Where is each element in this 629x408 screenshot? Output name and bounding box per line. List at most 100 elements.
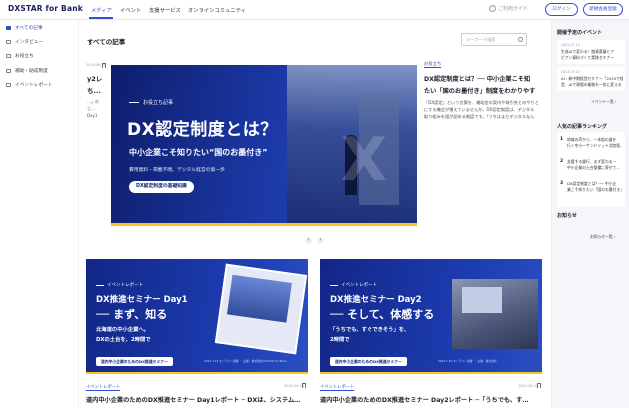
hero-tag: お役立ち記事 (129, 99, 173, 106)
card-category[interactable]: イベントレポート (320, 384, 355, 391)
sidebar-item-event-report[interactable]: イベントレポート (6, 82, 53, 88)
card-copy-1: 「うちでも、すぐできそう」を、 (330, 327, 410, 333)
card-tag-label: イベントレポート (107, 283, 143, 288)
sidebar-item-label: すべての記事 (15, 26, 43, 31)
event-item[interactable]: 2024.07.23 AI・新中期経営セミナー「2025で経 営、AIで現場の業… (557, 67, 625, 91)
events-title: 開催予定のイベント (557, 30, 603, 36)
bookmark-icon[interactable] (302, 383, 306, 388)
sidebar-item-label: 補助・助成制度 (15, 69, 48, 74)
search-input[interactable]: キーワード検索 (461, 33, 527, 46)
card-copy-2: 2時間で (330, 337, 350, 343)
chevron-right-icon: › (615, 99, 617, 104)
preview-title-1[interactable]: DX認定制度とは？── 中小企業こそ知 (424, 74, 544, 83)
chevron-left-icon: ‹ (307, 237, 310, 243)
peek-prev-body-3: Day1 (87, 113, 98, 118)
sidebar-item-label: インタビュー (15, 40, 44, 45)
card-heading-2: ── まず、知る (96, 308, 168, 321)
news-title: お知らせ (557, 213, 577, 219)
card-category[interactable]: イベントレポート (86, 384, 121, 391)
rank-number: 2 (560, 159, 564, 164)
ranking-list: 1 地域の声から、一本船の道を 行く中小ーサンドリット北陸版… 2 支援する銀行… (557, 132, 625, 207)
card-copy-1: 北海道の中小企業へ。 (96, 327, 149, 333)
card-heading-2: ── そして、体感する (330, 308, 435, 321)
sidebar-item-label: お役立ち (15, 54, 34, 59)
events-more-link[interactable]: イベント一覧 › (591, 99, 617, 105)
card-title[interactable]: 道内中小企業のためのDX推進セミナー Day1レポート ─ DXは、システム… (86, 395, 308, 404)
card-footnote: 2024.7.23 オンライン開催 ・ 主催：株式会社DXSTAR for Ba… (204, 359, 287, 363)
page-title: すべての記事 (87, 38, 126, 46)
hero-caption: 費用無料・掲載不問。デジタル経営の第一歩 (129, 168, 225, 173)
peek-prev-title-2[interactable]: ち... (87, 85, 107, 95)
sidebar-item-interview[interactable]: インタビュー (6, 39, 43, 45)
sidebar-item-tips[interactable]: お役立ち (6, 53, 34, 59)
card-accent-bar (320, 372, 542, 374)
top-header: DXSTAR for Bank メディア イベント 支援サービス オンラインコミ… (0, 0, 629, 20)
peek-prev-title-1[interactable]: y2レ (87, 73, 107, 83)
card-tag-label: イベントレポート (341, 283, 377, 288)
card-date: 2024.06.20 (518, 384, 539, 388)
nav-media[interactable]: メディア (91, 6, 112, 14)
news-more-label: お知らせ一覧 (590, 234, 613, 239)
chevron-right-icon: › (613, 234, 616, 239)
card-pill: 道内中小企業のためのDX推進セミナー (96, 357, 173, 366)
article-card-day1-thumbnail[interactable]: イベントレポート DX推進セミナー Day1 ── まず、知る 北海道の中小企業… (86, 259, 308, 374)
login-button[interactable]: ログイン (545, 3, 578, 16)
search-icon (518, 37, 523, 42)
site-logo[interactable]: DXSTAR for Bank (8, 4, 83, 13)
event-text-2: ピアン資料づくり実践セミナー (561, 55, 615, 60)
subsidy-icon (6, 69, 11, 73)
bookmark-icon[interactable] (537, 383, 541, 388)
bookmark-icon[interactable] (102, 63, 106, 68)
sidebar-item-subsidy[interactable]: 補助・助成制度 (6, 68, 48, 74)
nav-active-underline (89, 17, 113, 19)
hero-title: DX認定制度とは？ (127, 120, 278, 140)
preview-body-2: にする機会が増えていませんか。DX認定制度は、デジタル (424, 107, 535, 112)
nav-event[interactable]: イベント (120, 6, 141, 14)
preview-category[interactable]: お役立ち (424, 61, 442, 68)
nav-community[interactable]: オンラインコミュニティ (188, 6, 246, 14)
event-date: 2024.07.10 (561, 43, 580, 47)
card-copy-2: DXの土台を、2時間で (96, 337, 151, 343)
interview-icon (6, 40, 11, 44)
carousel-next-button[interactable]: › (317, 237, 324, 244)
rank-number: 3 (560, 181, 564, 186)
event-item[interactable]: 2024.07.10 生成AIで変わる！融資稟議とア ピアン資料づくり実践セミナ… (557, 40, 625, 64)
ranking-title: 人気の記事ランキング (557, 124, 607, 130)
report-icon (6, 83, 11, 87)
rank-text-2: 中小企業の土台整備に寄せて… (567, 165, 621, 170)
events-more-label: イベント一覧 (591, 99, 614, 104)
card-tag: イベントレポート (330, 282, 377, 288)
sidebar-item-all[interactable]: すべての記事 (6, 25, 43, 31)
preview-body-3: 取り組みを国が認める制度です。「うちはまだデジタルなん (424, 114, 535, 119)
hero-pill: DX認定制度の基礎知識 (129, 181, 194, 193)
carousel-prev-button[interactable]: ‹ (305, 237, 312, 244)
signup-button[interactable]: 新規会員登録 (583, 3, 623, 16)
card-heading: DX推進セミナー Day2 (330, 295, 422, 305)
card-title[interactable]: 道内中小企業のためのDX推進セミナー Day2レポート ─「うちでも、す… (320, 395, 542, 404)
list-icon (6, 26, 11, 30)
rank-text-2: 業こそ知りたい「国のお墨付き」「施… (567, 187, 623, 192)
help-icon: ? (489, 5, 496, 12)
hero-bg-letter: X (340, 125, 387, 195)
preview-body-1: 「DX認定」という言葉を、補助金の案内や取引先とのやりと (424, 100, 539, 105)
featured-article-banner[interactable]: X お役立ち記事 DX認定制度とは？ 中小企業こそ知りたい“国のお墨付き” 費用… (111, 65, 417, 226)
event-date: 2024.07.23 (561, 70, 580, 74)
peek-prev-body-1: …」の (87, 99, 99, 104)
seminar-photo (452, 279, 538, 349)
tag-line (129, 102, 139, 103)
sidebar-item-label: イベントレポート (15, 83, 53, 88)
news-more-link[interactable]: お知らせ一覧 › (590, 234, 615, 240)
peek-prev-body-2: じ… (87, 106, 95, 111)
help-guide-link[interactable]: ? ご利用ガイド (489, 5, 528, 12)
nav-support[interactable]: 支援サービス (149, 6, 181, 14)
search-placeholder: キーワード検索 (466, 37, 496, 42)
category-sidebar: すべての記事 インタビュー お役立ち 補助・助成制度 イベントレポート (0, 20, 79, 408)
article-card-day2-thumbnail[interactable]: イベントレポート DX推進セミナー Day2 ── そして、体感する 「うちでも… (320, 259, 542, 374)
event-text-2: 営、AIで現場の業務を一気に変える (561, 82, 622, 87)
rank-number: 1 (560, 137, 564, 142)
card-footnote: 2024.7.30 オンライン開催 ・ 主催：株式会社 (438, 359, 497, 363)
rank-text-2: 行く中小ーサンドリット北陸版… (567, 143, 623, 148)
slide-image (214, 263, 308, 355)
hero-accent-bar (111, 223, 417, 226)
preview-title-2[interactable]: たい「国のお墨付き」制度をわかりやす (424, 86, 544, 95)
